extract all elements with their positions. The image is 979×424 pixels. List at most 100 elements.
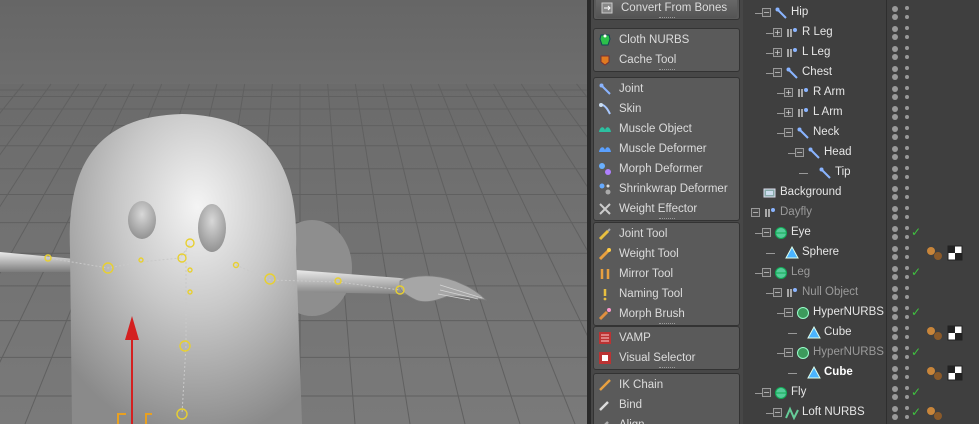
object-name[interactable]: Leg bbox=[791, 266, 810, 278]
editor-visibility-dot[interactable] bbox=[892, 346, 898, 352]
enabled-check-icon[interactable]: ✓ bbox=[911, 225, 921, 239]
expand-icon[interactable]: + bbox=[773, 28, 782, 37]
render-visibility-dot[interactable] bbox=[892, 14, 898, 20]
layer-dots[interactable] bbox=[905, 126, 913, 140]
layer-dot[interactable] bbox=[905, 295, 909, 299]
tool-cache-tool[interactable]: Cache Tool bbox=[594, 50, 739, 70]
tool-bind[interactable]: Bind bbox=[594, 395, 739, 415]
object-name[interactable]: Null Object bbox=[802, 286, 858, 298]
render-visibility-dot[interactable] bbox=[892, 94, 898, 100]
layer-dot[interactable] bbox=[905, 375, 909, 379]
tool-morph-brush[interactable]: Morph Brush bbox=[594, 304, 739, 324]
render-visibility-dot[interactable] bbox=[892, 34, 898, 40]
tool-vamp[interactable]: VAMP bbox=[594, 328, 739, 348]
layer-dots[interactable] bbox=[905, 206, 913, 220]
object-name[interactable]: Sphere bbox=[802, 246, 839, 258]
object-name[interactable]: Cube bbox=[824, 366, 853, 378]
editor-visibility-dot[interactable] bbox=[892, 6, 898, 12]
visibility-dots[interactable] bbox=[892, 406, 900, 420]
editor-visibility-dot[interactable] bbox=[892, 406, 898, 412]
editor-visibility-dot[interactable] bbox=[892, 246, 898, 252]
visibility-dots[interactable] bbox=[892, 326, 900, 340]
render-visibility-dot[interactable] bbox=[892, 374, 898, 380]
checker-tag-icon[interactable] bbox=[947, 245, 963, 261]
layer-dot[interactable] bbox=[905, 306, 909, 310]
layer-dot[interactable] bbox=[905, 366, 909, 370]
tool-ik-chain[interactable]: IK Chain bbox=[594, 375, 739, 395]
tool-morph-deformer[interactable]: Morph Deformer bbox=[594, 159, 739, 179]
layer-dot[interactable] bbox=[905, 166, 909, 170]
checker-tag-icon[interactable] bbox=[947, 325, 963, 341]
object-name[interactable]: Background bbox=[780, 186, 841, 198]
object-row[interactable]: Tip bbox=[743, 163, 979, 183]
layer-dot[interactable] bbox=[905, 226, 909, 230]
group-resize-grip[interactable] bbox=[658, 69, 675, 71]
visibility-dots[interactable] bbox=[892, 266, 900, 280]
collapse-icon[interactable]: − bbox=[784, 348, 793, 357]
layer-dots[interactable] bbox=[905, 186, 913, 200]
visibility-dots[interactable] bbox=[892, 386, 900, 400]
layer-dot[interactable] bbox=[905, 255, 909, 259]
render-visibility-dot[interactable] bbox=[892, 334, 898, 340]
collapse-icon[interactable]: − bbox=[762, 228, 771, 237]
object-row[interactable]: − HyperNURBS ✓ bbox=[743, 303, 979, 323]
object-row[interactable]: + L Leg bbox=[743, 43, 979, 63]
object-row[interactable]: − Neck bbox=[743, 123, 979, 143]
render-visibility-dot[interactable] bbox=[892, 414, 898, 420]
object-name[interactable]: Dayfly bbox=[780, 206, 812, 218]
layer-dot[interactable] bbox=[905, 195, 909, 199]
editor-visibility-dot[interactable] bbox=[892, 126, 898, 132]
editor-visibility-dot[interactable] bbox=[892, 66, 898, 72]
object-row[interactable]: Cube bbox=[743, 323, 979, 343]
group-resize-grip[interactable] bbox=[658, 323, 675, 325]
render-visibility-dot[interactable] bbox=[892, 314, 898, 320]
object-name[interactable]: HyperNURBS bbox=[813, 306, 884, 318]
object-name[interactable]: R Arm bbox=[813, 86, 845, 98]
layer-dot[interactable] bbox=[905, 335, 909, 339]
checker-tag-icon[interactable] bbox=[947, 365, 963, 381]
material-tag-icon[interactable] bbox=[926, 245, 944, 261]
layer-dots[interactable] bbox=[905, 146, 913, 160]
object-row[interactable]: − Loft NURBS ✓ bbox=[743, 403, 979, 423]
enabled-check-icon[interactable]: ✓ bbox=[911, 385, 921, 399]
render-visibility-dot[interactable] bbox=[892, 114, 898, 120]
visibility-dots[interactable] bbox=[892, 206, 900, 220]
layer-dot[interactable] bbox=[905, 246, 909, 250]
visibility-dots[interactable] bbox=[892, 146, 900, 160]
editor-visibility-dot[interactable] bbox=[892, 46, 898, 52]
object-row[interactable]: + R Leg bbox=[743, 23, 979, 43]
visibility-dots[interactable] bbox=[892, 306, 900, 320]
layer-dots[interactable] bbox=[905, 366, 913, 380]
object-row[interactable]: − HyperNURBS ✓ bbox=[743, 343, 979, 363]
object-name[interactable]: L Leg bbox=[802, 46, 830, 58]
collapse-icon[interactable]: − bbox=[751, 208, 760, 217]
visibility-dots[interactable] bbox=[892, 286, 900, 300]
layer-dot[interactable] bbox=[905, 175, 909, 179]
tool-joint[interactable]: Joint bbox=[594, 79, 739, 99]
editor-visibility-dot[interactable] bbox=[892, 26, 898, 32]
tool-naming-tool[interactable]: Naming Tool bbox=[594, 284, 739, 304]
layer-dot[interactable] bbox=[905, 266, 909, 270]
material-tag-icon[interactable] bbox=[926, 405, 944, 421]
object-row[interactable]: − Dayfly bbox=[743, 203, 979, 223]
expand-icon[interactable]: + bbox=[773, 48, 782, 57]
object-name[interactable]: Loft NURBS bbox=[802, 406, 865, 418]
layer-dot[interactable] bbox=[905, 186, 909, 190]
object-name[interactable]: Fly bbox=[791, 386, 806, 398]
render-visibility-dot[interactable] bbox=[892, 234, 898, 240]
layer-dot[interactable] bbox=[905, 235, 909, 239]
layer-dot[interactable] bbox=[905, 95, 909, 99]
tool-muscle-deformer[interactable]: Muscle Deformer bbox=[594, 139, 739, 159]
render-visibility-dot[interactable] bbox=[892, 54, 898, 60]
layer-dot[interactable] bbox=[905, 215, 909, 219]
layer-dot[interactable] bbox=[905, 406, 909, 410]
render-visibility-dot[interactable] bbox=[892, 74, 898, 80]
visibility-dots[interactable] bbox=[892, 126, 900, 140]
editor-visibility-dot[interactable] bbox=[892, 326, 898, 332]
visibility-dots[interactable] bbox=[892, 226, 900, 240]
layer-dots[interactable] bbox=[905, 166, 913, 180]
object-name[interactable]: Eye bbox=[791, 226, 811, 238]
object-name[interactable]: R Leg bbox=[802, 26, 833, 38]
object-row[interactable]: + R Arm bbox=[743, 83, 979, 103]
visibility-dots[interactable] bbox=[892, 366, 900, 380]
